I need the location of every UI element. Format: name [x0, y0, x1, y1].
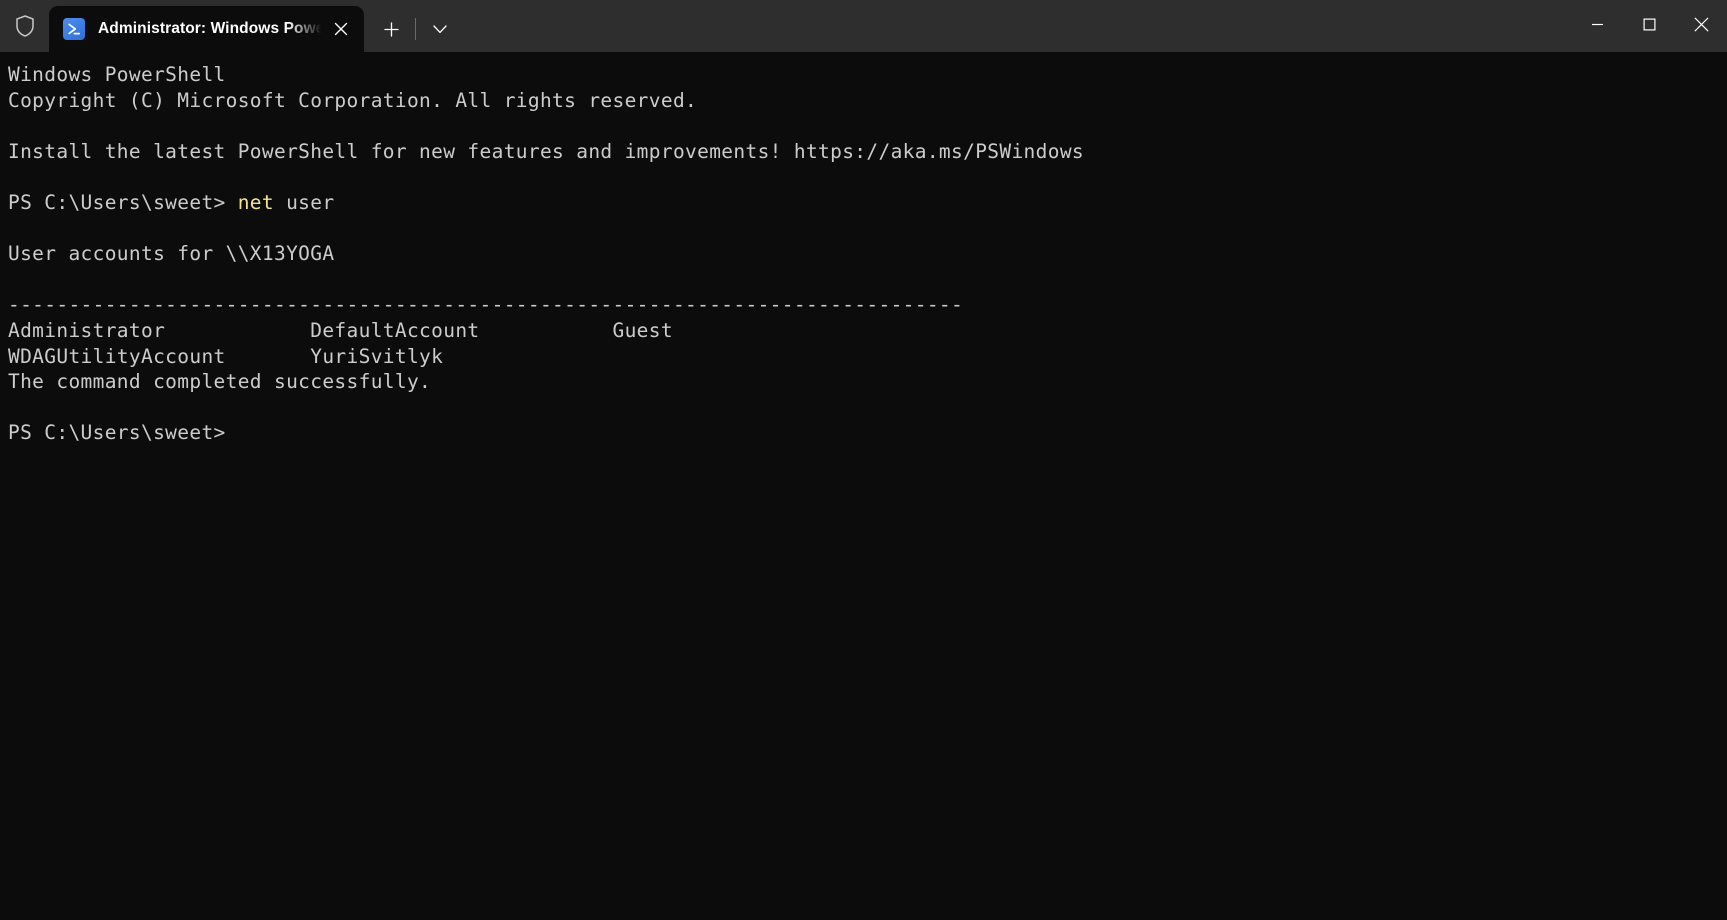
tab-powershell[interactable]: Administrator: Windows Powe: [49, 6, 365, 52]
new-tab-button[interactable]: [372, 10, 410, 48]
title-bar: Administrator: Windows Powe: [0, 0, 1727, 52]
terminal-prompt-line-1: PS C:\Users\sweet> net user: [8, 190, 1727, 216]
terminal-prompt-line-2[interactable]: PS C:\Users\sweet>: [8, 420, 1727, 446]
command-argument: user: [274, 190, 335, 214]
tab-close-icon[interactable]: [324, 12, 358, 46]
terminal-line-accounts-row: WDAGUtilityAccount YuriSvitlyk: [8, 344, 444, 368]
tabbar-divider: [415, 18, 417, 40]
terminal-line-install-notice: Install the latest PowerShell for new fe…: [8, 139, 1085, 163]
minimize-button[interactable]: [1571, 0, 1623, 48]
maximize-button[interactable]: [1623, 0, 1675, 48]
terminal-line-separator: ----------------------------------------…: [8, 293, 964, 317]
terminal-line-accounts-header: User accounts for \\X13YOGA: [8, 242, 335, 266]
chevron-down-icon[interactable]: [421, 10, 459, 48]
terminal-output-pane[interactable]: Windows PowerShell Copyright (C) Microso…: [0, 52, 1727, 920]
tab-title: Administrator: Windows Powe: [98, 20, 325, 37]
powershell-icon: [63, 18, 85, 40]
prompt-path: PS C:\Users\sweet>: [8, 190, 238, 214]
terminal-line-result-message: The command completed successfully.: [8, 370, 432, 394]
terminal-line-banner-copyright: Copyright (C) Microsoft Corporation. All…: [8, 88, 698, 112]
terminal-line-banner-title: Windows PowerShell: [8, 63, 226, 86]
command-keyword: net: [237, 190, 274, 214]
shield-icon[interactable]: [0, 0, 49, 52]
close-button[interactable]: [1675, 0, 1727, 48]
terminal-line-accounts-row: Administrator DefaultAccount Guest: [8, 318, 673, 342]
window-controls: [1571, 0, 1727, 48]
